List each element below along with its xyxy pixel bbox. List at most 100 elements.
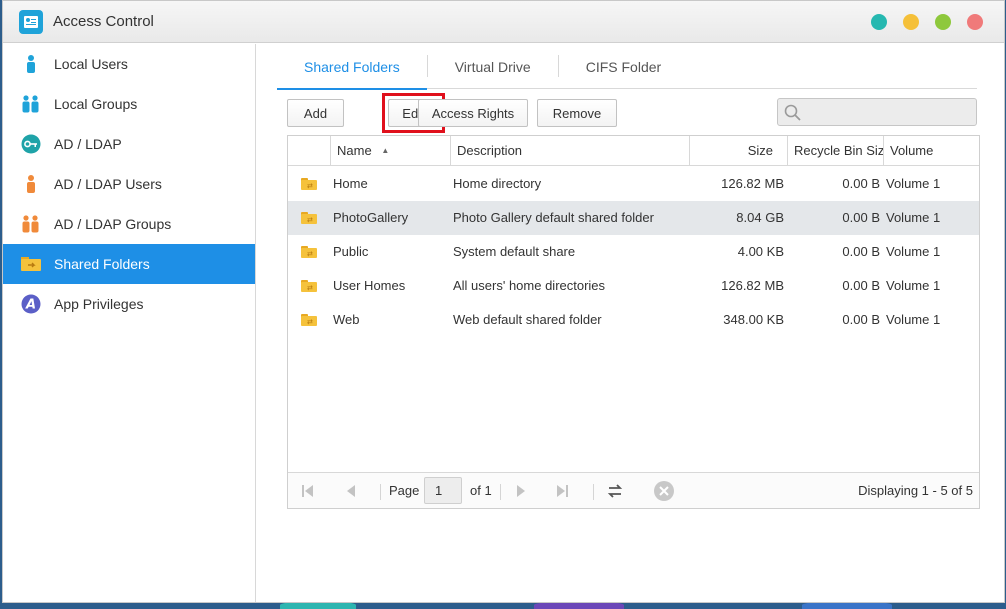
access-control-window: Access Control Local Users Local Groups …: [2, 0, 1005, 603]
cell-volume: Volume 1: [886, 244, 941, 259]
pagination-bar: Page 1 of 1 Displaying 1 - 5 of 5: [288, 472, 979, 508]
app-privileges-icon: A: [21, 294, 41, 314]
sidebar-item-label: AD / LDAP Groups: [54, 216, 172, 232]
cell-description: Web default shared folder: [453, 312, 602, 327]
sidebar-item-label: AD / LDAP: [54, 136, 122, 152]
user-icon: [21, 54, 41, 74]
shared-folder-icon: [21, 254, 41, 274]
cell-recycle-bin-size: 0.00 B: [842, 210, 880, 225]
tab-bar: Shared Folders Virtual Drive CIFS Folder: [277, 44, 977, 90]
add-button[interactable]: Add: [287, 99, 344, 127]
shared-folder-icon: ⇄: [301, 178, 317, 190]
page-number-input[interactable]: 1: [424, 477, 462, 504]
first-page-icon[interactable]: [300, 482, 316, 500]
sidebar-item-app-privileges[interactable]: A App Privileges: [3, 284, 255, 324]
column-header-icon: [288, 136, 330, 166]
cell-size: 348.00 KB: [723, 312, 784, 327]
cell-name: Web: [333, 312, 360, 327]
cell-name: User Homes: [333, 278, 406, 293]
search-icon: [784, 104, 802, 127]
displaying-count: Displaying 1 - 5 of 5: [858, 483, 973, 498]
cell-volume: Volume 1: [886, 210, 941, 225]
page-label: Page: [389, 483, 420, 498]
cell-description: Photo Gallery default shared folder: [453, 210, 654, 225]
shared-folder-icon: ⇄: [301, 212, 317, 224]
table-row[interactable]: ⇄ Web Web default shared folder 348.00 K…: [288, 303, 979, 337]
cell-description: All users' home directories: [453, 278, 606, 293]
cell-recycle-bin-size: 0.00 B: [842, 176, 880, 191]
tab-shared-folders[interactable]: Shared Folders: [277, 44, 427, 90]
sidebar-item-label: App Privileges: [54, 296, 144, 312]
toolbar: Add Edit Access Rights Remove: [287, 93, 977, 133]
cell-size: 126.82 MB: [721, 278, 784, 293]
column-header-size[interactable]: Size: [689, 136, 787, 166]
cell-name: Public: [333, 244, 369, 259]
sidebar-item-local-groups[interactable]: Local Groups: [3, 84, 255, 124]
previous-page-icon[interactable]: [343, 482, 359, 500]
cell-size: 4.00 KB: [737, 244, 784, 259]
column-header-description[interactable]: Description: [450, 136, 689, 166]
sidebar-item-ad-ldap[interactable]: AD / LDAP: [3, 124, 255, 164]
column-header-volume[interactable]: Volume: [883, 136, 980, 166]
svg-text:A: A: [25, 298, 36, 313]
shared-folder-icon: ⇄: [301, 246, 317, 258]
sidebar: Local Users Local Groups AD / LDAP AD / …: [3, 44, 256, 602]
sidebar-item-label: Local Groups: [54, 96, 138, 112]
table-header: Name ▲ Description Size Recycle Bin Size…: [288, 136, 979, 166]
cell-recycle-bin-size: 0.00 B: [842, 278, 880, 293]
shared-folder-icon: ⇄: [301, 314, 317, 326]
sidebar-item-label: Shared Folders: [54, 256, 150, 272]
cell-volume: Volume 1: [886, 176, 941, 191]
sidebar-item-ad-ldap-groups[interactable]: AD / LDAP Groups: [3, 204, 255, 244]
cell-name: Home: [333, 176, 368, 191]
cell-size: 126.82 MB: [721, 176, 784, 191]
cell-recycle-bin-size: 0.00 B: [842, 312, 880, 327]
shared-folders-table: Name ▲ Description Size Recycle Bin Size…: [287, 135, 980, 509]
pager-divider: [380, 484, 381, 500]
access-rights-button[interactable]: Access Rights: [418, 99, 528, 127]
maximize-dot-button[interactable]: [935, 14, 951, 30]
column-header-recycle-bin-size[interactable]: Recycle Bin Size: [787, 136, 883, 166]
page-count-label: of 1: [470, 483, 492, 498]
pager-divider: [500, 484, 501, 500]
ad-group-icon: [21, 214, 41, 234]
window-title: Access Control: [53, 13, 154, 30]
sort-ascending-icon: ▲: [381, 146, 390, 155]
help-dot-button[interactable]: [871, 14, 887, 30]
cell-size: 8.04 GB: [736, 210, 784, 225]
shared-folder-icon: ⇄: [301, 280, 317, 292]
sidebar-item-shared-folders[interactable]: Shared Folders: [3, 244, 255, 284]
close-dot-button[interactable]: [967, 14, 983, 30]
title-bar[interactable]: Access Control: [3, 1, 1004, 43]
cell-volume: Volume 1: [886, 278, 941, 293]
sidebar-item-label: Local Users: [54, 56, 128, 72]
pager-divider: [593, 484, 594, 500]
cell-description: Home directory: [453, 176, 542, 191]
table-row[interactable]: ⇄ User Homes All users' home directories…: [288, 269, 979, 303]
table-row[interactable]: ⇄ Home Home directory 126.82 MB 0.00 B V…: [288, 167, 979, 201]
last-page-icon[interactable]: [554, 482, 570, 500]
remove-button[interactable]: Remove: [537, 99, 617, 127]
sidebar-item-ad-ldap-users[interactable]: AD / LDAP Users: [3, 164, 255, 204]
search-input[interactable]: [777, 98, 977, 126]
tab-cifs-folder[interactable]: CIFS Folder: [559, 44, 688, 89]
column-header-name[interactable]: Name ▲: [330, 136, 450, 166]
cell-description: System default share: [453, 244, 576, 259]
cell-name: PhotoGallery: [333, 210, 409, 225]
cancel-load-icon[interactable]: [653, 480, 675, 501]
table-row[interactable]: ⇄ Public System default share 4.00 KB 0.…: [288, 235, 979, 269]
tab-virtual-drive[interactable]: Virtual Drive: [428, 44, 558, 89]
sidebar-item-label: AD / LDAP Users: [54, 176, 162, 192]
cell-recycle-bin-size: 0.00 B: [842, 244, 880, 259]
access-control-app-icon: [19, 10, 43, 34]
table-row[interactable]: ⇄ PhotoGallery Photo Gallery default sha…: [288, 201, 979, 235]
group-icon: [21, 94, 41, 114]
next-page-icon[interactable]: [513, 482, 529, 500]
cell-volume: Volume 1: [886, 312, 941, 327]
ad-user-icon: [21, 174, 41, 194]
minimize-dot-button[interactable]: [903, 14, 919, 30]
refresh-icon[interactable]: [606, 482, 624, 500]
key-icon: [21, 134, 41, 154]
sidebar-item-local-users[interactable]: Local Users: [3, 44, 255, 84]
main-panel: Shared Folders Virtual Drive CIFS Folder…: [257, 44, 1004, 602]
